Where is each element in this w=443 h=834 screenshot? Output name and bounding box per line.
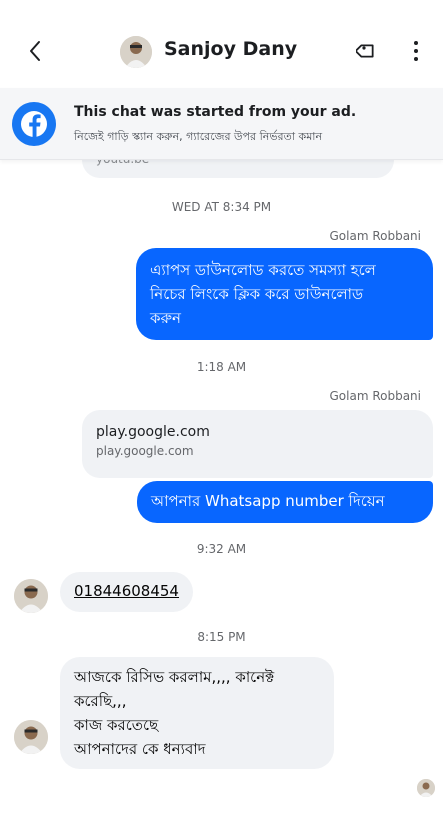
- chat-header: Sanjoy Dany: [0, 0, 443, 96]
- timestamp: WED AT 8:34 PM: [171, 200, 272, 214]
- contact-name[interactable]: Sanjoy Dany: [164, 38, 297, 60]
- ad-banner-subtitle: নিজেই গাড়ি স্ক্যান করুন, গ্যারেজের উপর …: [74, 130, 323, 143]
- message-line: আপনাদের কে ধন্যবাদ: [74, 740, 206, 758]
- message-line: এ্যাপস ডাউনলোড করতে সমস্যা হলে: [150, 261, 376, 279]
- message-text: আপনার Whatsapp number দিয়েন: [151, 492, 385, 510]
- label-button[interactable]: [354, 38, 380, 64]
- message-line: আজকে রিসিভ করলাম,,,, কানেক্ট: [74, 668, 275, 686]
- contact-avatar[interactable]: [14, 720, 48, 754]
- sender-name: Golam Robbani: [329, 229, 422, 243]
- ad-origin-banner[interactable]: This chat was started from your ad. নিজে…: [0, 88, 443, 160]
- timestamp: 9:32 AM: [196, 542, 247, 556]
- timestamp: 1:18 AM: [196, 360, 247, 374]
- message-line: করেছি,,,: [74, 692, 127, 710]
- incoming-message[interactable]: আজকে রিসিভ করলাম,,,, কানেক্ট করেছি,,, কা…: [60, 657, 334, 769]
- read-receipt-avatar: [417, 779, 435, 797]
- link-preview-card[interactable]: play.google.com play.google.com: [82, 410, 433, 478]
- message-line: নিচের লিংকে ক্লিক করে ডাউনলোড: [150, 285, 364, 303]
- back-button[interactable]: [22, 38, 48, 64]
- message-line: কাজ করতেছে: [74, 716, 159, 734]
- incoming-message[interactable]: 01844608454: [60, 572, 193, 612]
- outgoing-message[interactable]: আপনার Whatsapp number দিয়েন: [137, 481, 433, 523]
- timestamp: 8:15 PM: [197, 630, 246, 644]
- message-line: করুন: [150, 309, 181, 327]
- contact-avatar[interactable]: [14, 579, 48, 613]
- ad-banner-title: This chat was started from your ad.: [74, 104, 357, 120]
- back-arrow-icon: [30, 41, 40, 61]
- outgoing-message[interactable]: এ্যাপস ডাউনলোড করতে সমস্যা হলে নিচের লিং…: [136, 248, 433, 340]
- sender-name: Golam Robbani: [329, 389, 422, 403]
- link-title: play.google.com: [96, 424, 210, 440]
- facebook-logo-icon: [12, 102, 56, 146]
- tag-icon: [356, 44, 374, 58]
- more-options-button[interactable]: [406, 38, 426, 64]
- more-options-icon: [414, 41, 418, 45]
- link-domain: play.google.com: [96, 444, 194, 458]
- message-thread[interactable]: youtu.be WED AT 8:34 PM Golam Robbani এ্…: [0, 150, 443, 834]
- contact-avatar[interactable]: [120, 36, 152, 68]
- phone-number-link[interactable]: 01844608454: [74, 579, 179, 603]
